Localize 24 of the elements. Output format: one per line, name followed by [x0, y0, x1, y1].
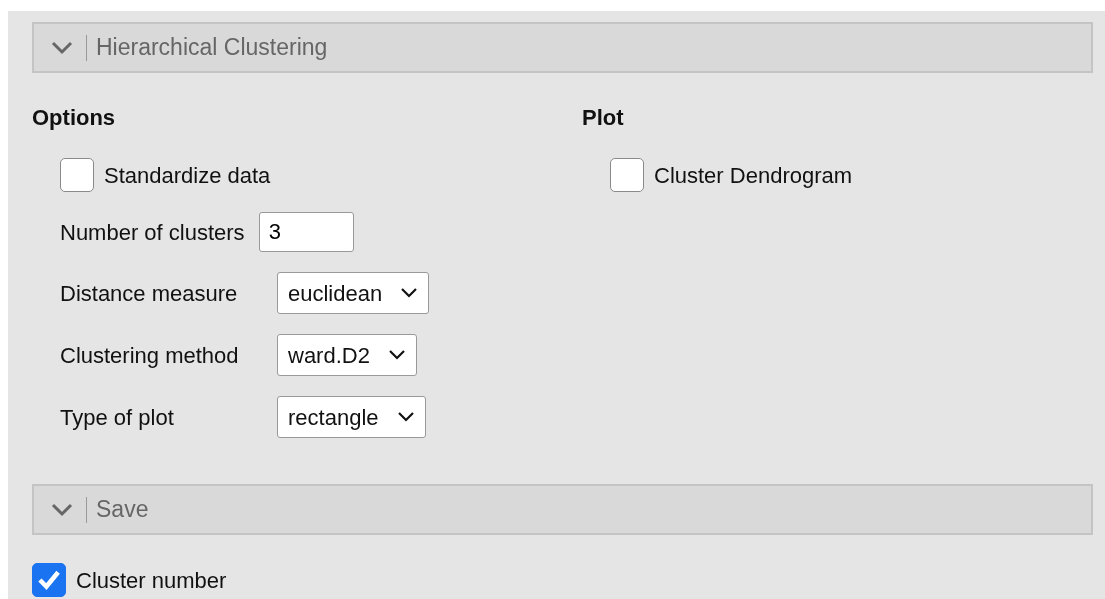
checkbox[interactable] — [610, 158, 644, 192]
dropdown[interactable]: ward.D2 — [277, 334, 417, 376]
field-label: Clustering method — [60, 341, 240, 370]
chevron-icon[interactable] — [50, 501, 74, 518]
caret-icon[interactable] — [387, 349, 406, 361]
field-label: Distance measure — [60, 279, 239, 308]
section-header[interactable]: Hierarchical Clustering — [32, 22, 1093, 73]
caret-icon[interactable] — [396, 411, 415, 423]
checkbox-label: Cluster Dendrogram — [654, 161, 853, 190]
checkbox[interactable] — [60, 158, 94, 192]
dropdown[interactable]: rectangle — [277, 396, 426, 438]
section-heading: Plot — [582, 104, 625, 132]
caret-icon[interactable] — [400, 287, 419, 299]
field-label: Type of plot — [60, 403, 175, 432]
section-heading: Options — [32, 104, 117, 132]
number-field[interactable]: 3 — [258, 212, 354, 252]
section-header[interactable]: Save — [32, 484, 1093, 535]
section-title: Save — [96, 495, 149, 525]
checkbox-label: Cluster number — [76, 566, 227, 595]
section-title: Hierarchical Clustering — [96, 33, 328, 63]
dropdown[interactable]: euclidean — [277, 272, 430, 314]
checkbox-label: Standardize data — [104, 161, 271, 190]
chevron-icon[interactable] — [50, 39, 74, 56]
field-label: Number of clusters — [60, 218, 245, 247]
